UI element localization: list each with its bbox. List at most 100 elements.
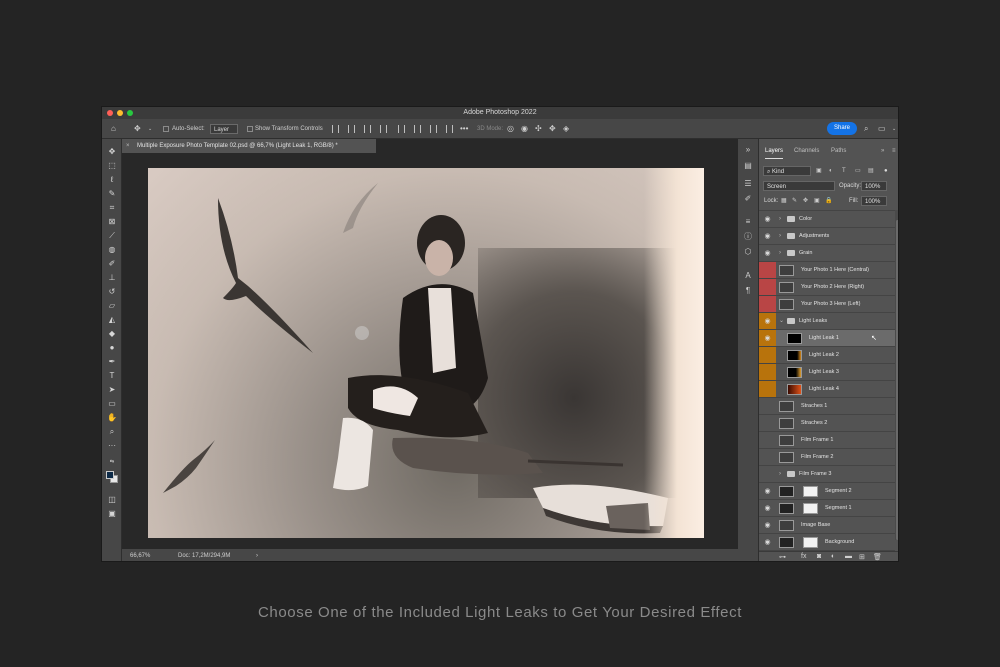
move-tool-icon[interactable]: ✥	[134, 119, 141, 139]
lock-position-icon[interactable]: ✥	[803, 194, 808, 208]
visibility-toggle[interactable]	[759, 364, 776, 381]
layer-row[interactable]: Light Leak 3	[759, 363, 895, 381]
type-tool-icon[interactable]: T	[107, 371, 117, 381]
filter-pixel-icon[interactable]: ▣	[816, 164, 822, 178]
group-chevron-icon[interactable]: ›	[779, 245, 781, 262]
clone-stamp-tool-icon[interactable]: ⊥	[107, 273, 117, 283]
search-icon[interactable]: ⌕	[864, 119, 868, 139]
history-brush-tool-icon[interactable]: ↺	[107, 287, 117, 297]
add-mask-icon[interactable]: ◙	[817, 553, 821, 560]
eye-icon[interactable]: ◉	[759, 330, 776, 347]
filter-shape-icon[interactable]: ▭	[855, 164, 861, 178]
distribute-right-icon[interactable]	[430, 125, 437, 133]
lock-paint-icon[interactable]: ✎	[792, 194, 797, 208]
marquee-tool-icon[interactable]: ⬚	[107, 161, 117, 171]
3d-slide-icon[interactable]: ✥	[549, 119, 556, 139]
visibility-toggle[interactable]	[759, 466, 776, 483]
3d-orbit-icon[interactable]: ◎	[507, 119, 514, 139]
layer-row[interactable]: Light Leak 2	[759, 346, 895, 364]
filter-kind-dropdown[interactable]: ⌕ Kind	[763, 166, 811, 176]
zoom-readout[interactable]: 66,67%	[130, 549, 150, 561]
blur-tool-icon[interactable]: ◆	[107, 329, 117, 339]
filter-smart-icon[interactable]: ▤	[868, 164, 874, 178]
brush-settings-icon[interactable]: ✐	[743, 194, 753, 204]
visibility-toggle[interactable]	[759, 262, 776, 279]
layer-row[interactable]: › Film Frame 3	[759, 465, 895, 482]
opacity-field[interactable]: 100%	[861, 181, 887, 191]
group-chevron-icon[interactable]: ›	[779, 211, 781, 228]
group-chevron-icon[interactable]: ›	[779, 228, 781, 245]
paragraph-icon[interactable]: ¶	[743, 286, 753, 296]
layers-scrollbar[interactable]	[895, 210, 898, 540]
auto-select-checkbox[interactable]	[163, 126, 169, 132]
document-canvas[interactable]	[148, 168, 704, 538]
info-icon[interactable]: ⓘ	[743, 232, 753, 242]
eyedropper-tool-icon[interactable]: ⟋	[107, 231, 117, 241]
3d-roll-icon[interactable]: ◉	[521, 119, 528, 139]
layer-row[interactable]: ◉ › Grain	[759, 244, 895, 261]
healing-brush-tool-icon[interactable]: ◍	[107, 245, 117, 255]
visibility-toggle[interactable]	[759, 398, 776, 415]
group-chevron-icon[interactable]: ›	[779, 466, 781, 483]
layer-row[interactable]: Light Leak 4	[759, 380, 895, 398]
transform-controls-checkbox[interactable]	[247, 126, 253, 132]
new-adjustment-icon[interactable]: ◐	[831, 553, 835, 560]
auto-select-dropdown[interactable]: Layer	[210, 124, 238, 134]
new-layer-icon[interactable]: ⊞	[859, 553, 865, 561]
brush-tool-icon[interactable]: ✐	[107, 259, 117, 269]
chevron-down-icon[interactable]: ⌄	[148, 119, 152, 139]
close-window-button[interactable]	[107, 110, 113, 116]
blend-mode-dropdown[interactable]: Screen	[763, 181, 835, 191]
screen-mode-icon[interactable]: ▣	[107, 509, 117, 519]
workspace-icon[interactable]: ▭	[878, 119, 886, 139]
layer-row[interactable]: Straches 2	[759, 414, 895, 431]
more-tools-icon[interactable]: ···	[107, 441, 117, 451]
tab-channels[interactable]: Channels	[794, 144, 819, 158]
layer-row[interactable]: Your Photo 1 Here (Central)	[759, 261, 895, 279]
lock-artboard-icon[interactable]: ▣	[814, 194, 820, 208]
visibility-toggle[interactable]	[759, 449, 776, 466]
visibility-toggle[interactable]	[759, 296, 776, 313]
distribute-center-icon[interactable]	[414, 125, 421, 133]
eraser-tool-icon[interactable]: ▱	[107, 301, 117, 311]
eye-icon[interactable]: ◉	[759, 517, 776, 534]
3d-pan-icon[interactable]: ✣	[535, 119, 542, 139]
align-center-icon[interactable]	[348, 125, 355, 133]
zoom-tool-icon[interactable]: ⌕	[107, 427, 117, 437]
path-select-tool-icon[interactable]: ➤	[107, 385, 117, 395]
zoom-window-button[interactable]	[127, 110, 133, 116]
history-panel-icon[interactable]: ▤	[743, 161, 753, 171]
layer-row[interactable]: ◉ Background	[759, 533, 895, 550]
new-group-icon[interactable]: ▬	[845, 553, 852, 560]
align-left-icon[interactable]	[332, 125, 339, 133]
visibility-toggle[interactable]	[759, 347, 776, 364]
eye-icon[interactable]: ◉	[759, 228, 776, 245]
paint-bucket-tool-icon[interactable]: ◭	[107, 315, 117, 325]
distribute-spacing-icon[interactable]	[446, 125, 453, 133]
lock-pixels-icon[interactable]: ▦	[781, 194, 787, 208]
eye-icon[interactable]: ◉	[759, 534, 776, 551]
layer-style-icon[interactable]: fx	[801, 553, 806, 560]
layer-row[interactable]: ◉ ⌄ Light Leaks	[759, 312, 895, 330]
share-button[interactable]: Share	[827, 122, 857, 135]
dodge-tool-icon[interactable]: ●	[107, 343, 117, 353]
layer-row[interactable]: ◉ Light Leak 1 ↖	[759, 329, 895, 347]
collapse-panels-icon[interactable]: »	[743, 145, 753, 155]
link-layers-icon[interactable]: ⊶	[779, 553, 786, 561]
foreground-color-swatch[interactable]	[106, 471, 114, 479]
workspace-chevron-icon[interactable]: ⌄	[892, 119, 896, 139]
adjustments-icon[interactable]: ☰	[743, 179, 753, 189]
group-chevron-icon[interactable]: ⌄	[779, 313, 784, 330]
rectangle-tool-icon[interactable]: ▭	[107, 399, 117, 409]
layer-row[interactable]: Film Frame 1	[759, 431, 895, 448]
layer-mask-thumbnail[interactable]	[803, 486, 818, 497]
visibility-toggle[interactable]	[759, 432, 776, 449]
eye-icon[interactable]: ◉	[759, 245, 776, 262]
fill-field[interactable]: 100%	[861, 196, 887, 206]
frame-tool-icon[interactable]: ⊠	[107, 217, 117, 227]
pen-tool-icon[interactable]: ✒	[107, 357, 117, 367]
tab-layers[interactable]: Layers	[765, 144, 784, 159]
properties-icon[interactable]: ≡	[743, 217, 753, 227]
distribute-left-icon[interactable]	[398, 125, 405, 133]
filter-adjustment-icon[interactable]: ◐	[829, 164, 833, 178]
